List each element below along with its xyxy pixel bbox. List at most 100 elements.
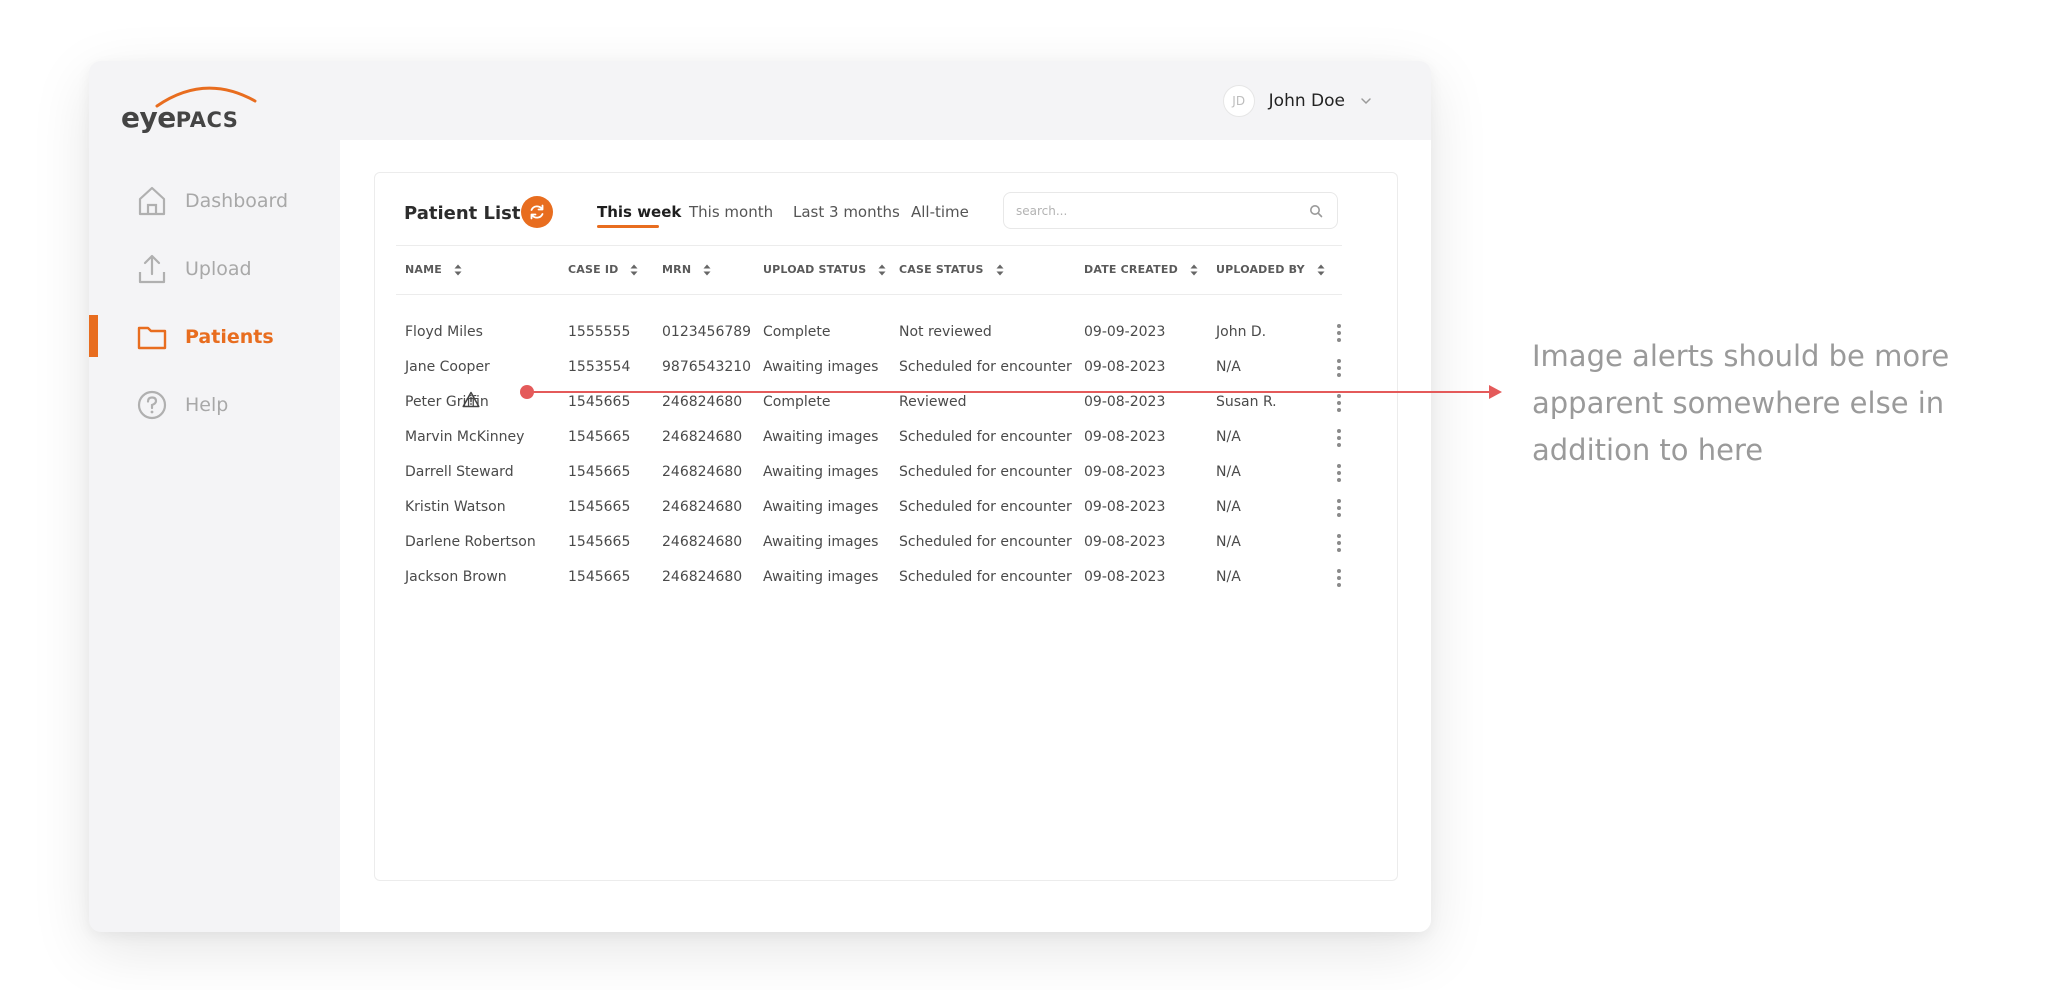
sidebar-item-patients[interactable]: Patients: [135, 318, 274, 356]
cell-uploaded-by: N/A: [1216, 429, 1241, 445]
more-options-icon[interactable]: [1336, 323, 1342, 343]
cell-name: Marvin McKinney: [405, 429, 525, 445]
cell-uploaded-by: N/A: [1216, 569, 1241, 585]
cell-case-id: 1545665: [568, 464, 631, 480]
more-options-icon[interactable]: [1336, 533, 1342, 553]
table-row[interactable]: Kristin Watson 1545665 246824680 Awaitin…: [375, 490, 1399, 525]
cell-mrn: 246824680: [662, 534, 743, 550]
sort-icon[interactable]: [878, 264, 886, 276]
annotation-arrowhead-icon: [1489, 385, 1502, 399]
column-header-date-created[interactable]: DATE CREATED: [1084, 263, 1198, 276]
column-header-mrn[interactable]: MRN: [662, 263, 711, 276]
cell-date-created: 09-08-2023: [1084, 429, 1166, 445]
sort-icon[interactable]: [454, 264, 462, 276]
cell-date-created: 09-08-2023: [1084, 569, 1166, 585]
more-options-icon[interactable]: [1336, 428, 1342, 448]
search-icon[interactable]: [1309, 204, 1323, 218]
cell-name: Jackson Brown: [405, 569, 507, 585]
cell-case-status: Scheduled for encounter: [899, 499, 1072, 515]
cell-case-status: Scheduled for encounter: [899, 464, 1072, 480]
tab-all-time[interactable]: All-time: [911, 203, 969, 221]
page-title: Patient List: [404, 203, 521, 224]
cell-date-created: 09-08-2023: [1084, 464, 1166, 480]
table-row[interactable]: Jane Cooper 1553554 9876543210 Awaiting …: [375, 350, 1399, 385]
table-row[interactable]: Marvin McKinney 1545665 246824680 Awaiti…: [375, 420, 1399, 455]
table-row[interactable]: Jackson Brown 1545665 246824680 Awaiting…: [375, 560, 1399, 595]
column-header-name[interactable]: NAME: [405, 263, 462, 276]
user-menu[interactable]: JD John Doe: [1222, 83, 1373, 119]
cell-case-status: Reviewed: [899, 394, 967, 410]
cell-case-id: 1545665: [568, 534, 631, 550]
more-options-icon[interactable]: [1336, 358, 1342, 378]
cell-uploaded-by: John D.: [1216, 324, 1267, 340]
column-header-uploaded-by[interactable]: UPLOADED BY: [1216, 263, 1325, 276]
warning-icon[interactable]: [462, 391, 480, 408]
chevron-down-icon[interactable]: [1359, 94, 1373, 108]
refresh-button[interactable]: [521, 196, 553, 228]
tab-this-month[interactable]: This month: [689, 203, 773, 221]
cell-case-status: Scheduled for encounter: [899, 359, 1072, 375]
header-divider: [396, 245, 1342, 246]
sidebar-item-label: Upload: [185, 258, 252, 280]
column-header-upload-status[interactable]: UPLOAD STATUS: [763, 263, 886, 276]
cell-case-id: 1545665: [568, 429, 631, 445]
cell-name: Darrell Steward: [405, 464, 514, 480]
cell-upload-status: Awaiting images: [763, 359, 879, 375]
cell-name: Jane Cooper: [405, 359, 490, 375]
cell-upload-status: Complete: [763, 394, 831, 410]
search-box[interactable]: [1003, 192, 1338, 229]
cell-case-status: Scheduled for encounter: [899, 429, 1072, 445]
cell-uploaded-by: N/A: [1216, 359, 1241, 375]
sort-icon[interactable]: [996, 264, 1004, 276]
help-icon: [137, 390, 167, 420]
cell-case-status: Scheduled for encounter: [899, 534, 1072, 550]
search-input[interactable]: [1016, 193, 1296, 228]
patient-list-card: Patient List This week This month Last 3…: [374, 172, 1398, 881]
column-header-divider: [396, 294, 1342, 295]
table-row[interactable]: Floyd Miles 1555555 0123456789 Complete …: [375, 315, 1399, 350]
cell-upload-status: Awaiting images: [763, 464, 879, 480]
eyepacs-logo[interactable]: eyePACS: [121, 79, 261, 139]
table-row[interactable]: Darrell Steward 1545665 246824680 Awaiti…: [375, 455, 1399, 490]
sidebar-item-upload[interactable]: Upload: [135, 250, 252, 288]
refresh-icon: [530, 204, 544, 220]
table-row[interactable]: Darlene Robertson 1545665 246824680 Awai…: [375, 525, 1399, 560]
active-tab-underline: [597, 225, 659, 228]
cell-upload-status: Complete: [763, 324, 831, 340]
cell-upload-status: Awaiting images: [763, 499, 879, 515]
cell-mrn: 246824680: [662, 499, 743, 515]
cell-mrn: 9876543210: [662, 359, 752, 375]
cell-mrn: 246824680: [662, 464, 743, 480]
cell-upload-status: Awaiting images: [763, 429, 879, 445]
more-options-icon[interactable]: [1336, 568, 1342, 588]
folder-icon: [137, 326, 167, 350]
cell-case-id: 1545665: [568, 569, 631, 585]
cell-case-id: 1555555: [568, 324, 631, 340]
annotation-note: Image alerts should be more apparent som…: [1532, 339, 1950, 467]
sort-icon[interactable]: [703, 264, 711, 276]
cell-mrn: 0123456789: [662, 324, 752, 340]
avatar: JD: [1222, 85, 1255, 117]
cell-upload-status: Awaiting images: [763, 569, 879, 585]
more-options-icon[interactable]: [1336, 498, 1342, 518]
cell-name: Darlene Robertson: [405, 534, 536, 550]
sidebar-item-label: Help: [185, 394, 229, 416]
cell-uploaded-by: N/A: [1216, 534, 1241, 550]
annotation-line: [527, 391, 1491, 393]
cell-date-created: 09-08-2023: [1084, 359, 1166, 375]
tab-last-3-months[interactable]: Last 3 months: [793, 203, 900, 221]
sort-icon[interactable]: [1190, 264, 1198, 276]
sort-icon[interactable]: [1317, 264, 1325, 276]
sidebar-item-dashboard[interactable]: Dashboard: [135, 182, 288, 220]
column-header-case-id[interactable]: CASE ID: [568, 263, 638, 276]
tab-this-week[interactable]: This week: [597, 203, 681, 221]
more-options-icon[interactable]: [1336, 463, 1342, 483]
annotation-dot: [520, 385, 534, 399]
sidebar-item-help[interactable]: Help: [135, 386, 228, 424]
logo-eye-text: eye: [121, 101, 176, 134]
sort-icon[interactable]: [630, 264, 638, 276]
cell-date-created: 09-08-2023: [1084, 394, 1166, 410]
column-header-case-status[interactable]: CASE STATUS: [899, 263, 1004, 276]
more-options-icon[interactable]: [1336, 393, 1342, 413]
sidebar-item-label: Dashboard: [185, 190, 289, 212]
